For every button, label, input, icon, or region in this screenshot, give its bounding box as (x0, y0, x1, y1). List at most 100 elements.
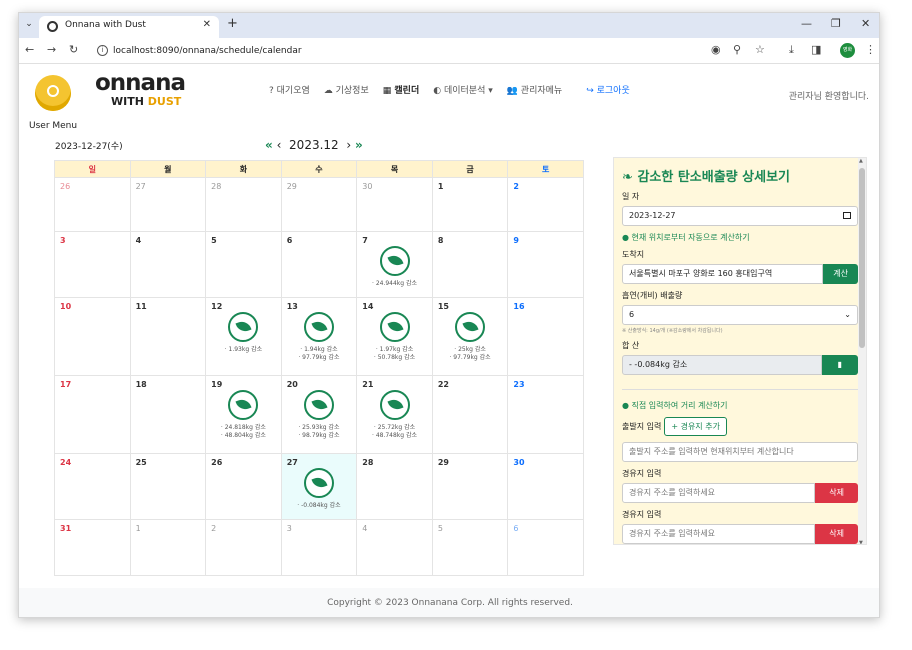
eco-leaf-icon[interactable] (303, 390, 334, 420)
calendar-day-cell[interactable]: 1 (431, 177, 509, 232)
bookmark-star-icon[interactable]: ☆ (755, 43, 765, 56)
calendar-day-cell[interactable]: 18 (129, 375, 207, 454)
logout-link[interactable]: ↪ 로그아웃 (586, 83, 630, 96)
more-menu-icon[interactable]: ⋮ (865, 43, 876, 56)
calendar-day-cell[interactable]: 29 (280, 177, 358, 232)
site-info-icon[interactable]: i (97, 45, 108, 56)
day-number: 9 (513, 236, 519, 245)
eco-leaf-icon[interactable] (228, 390, 259, 420)
delete-waypoint-button-1[interactable]: 삭제 (815, 483, 858, 503)
calendar-day-cell[interactable]: 2 (205, 519, 282, 576)
profile-avatar[interactable]: 영화 (840, 43, 855, 58)
calendar-day-cell[interactable]: 23 (507, 375, 584, 454)
calendar-day-cell[interactable]: 30 (356, 177, 433, 232)
calendar-day-cell[interactable]: 9 (507, 231, 584, 298)
date-input[interactable]: 2023-12-27 (622, 206, 858, 226)
scroll-up-icon[interactable]: ▲ (859, 158, 863, 164)
add-waypoint-button[interactable]: + 경유지 추가 (664, 417, 727, 436)
url-field[interactable]: i localhost:8090/onnana/schedule/calenda… (93, 42, 773, 60)
download-icon[interactable]: ⤓ (789, 43, 794, 57)
calendar-day-cell[interactable]: 1 (129, 519, 207, 576)
calendar-day-cell[interactable]: 10 (54, 297, 131, 376)
calendar-day-cell[interactable]: 21 · 25.72kg 감소 · 48.748kg 감소 (356, 375, 433, 454)
calendar-day-cell[interactable]: 26 (54, 177, 131, 232)
destination-input[interactable]: 서울특별시 마포구 양화로 160 홍대입구역 (622, 264, 824, 284)
eco-leaf-icon[interactable] (379, 312, 410, 342)
browser-tab[interactable]: Onnana with Dust ✕ (39, 16, 219, 38)
calendar-day-cell[interactable]: 26 (205, 453, 282, 520)
back-icon[interactable]: ← (25, 43, 34, 56)
calendar-day-cell[interactable]: 27 · -0.084kg 감소 (280, 453, 358, 520)
calculate-button[interactable]: 계산 (823, 264, 858, 284)
calendar-day-cell[interactable]: 12 · 1.93kg 감소 (205, 297, 282, 376)
eco-leaf-icon[interactable] (303, 468, 334, 498)
logo-sun-icon[interactable] (35, 75, 71, 111)
calendar-picker-icon[interactable] (843, 212, 851, 219)
smoke-select[interactable]: 6 ⌄ (622, 305, 858, 325)
sidepanel-icon[interactable]: ◨ (811, 43, 821, 56)
eco-leaf-icon[interactable] (228, 312, 259, 342)
calendar-day-cell[interactable]: 30 (507, 453, 584, 520)
calendar-day-cell[interactable]: 13 · 1.94kg 감소 · 97.79kg 감소 (280, 297, 358, 376)
calendar-day-cell[interactable]: 29 (431, 453, 509, 520)
nav-weather[interactable]: ☁ 기상정보 (324, 83, 369, 96)
calendar-day-cell[interactable]: 5 (431, 519, 509, 576)
tab-close-icon[interactable]: ✕ (203, 19, 211, 30)
calendar-day-cell[interactable]: 25 (129, 453, 207, 520)
waypoint-input-1[interactable]: 경유지 주소를 입력하세요 (622, 483, 816, 503)
window-close-icon[interactable]: ✕ (861, 17, 870, 30)
eco-leaf-icon[interactable] (455, 312, 486, 342)
calendar-day-cell[interactable]: 17 (54, 375, 131, 454)
calendar-day-cell[interactable]: 19 · 24.818kg 감소 · 48.804kg 감소 (205, 375, 282, 454)
calendar-day-cell[interactable]: 24 (54, 453, 131, 520)
user-menu[interactable]: User Menu (29, 121, 77, 131)
restore-icon[interactable]: ❐ (831, 17, 841, 30)
minimize-icon[interactable]: — (801, 17, 812, 30)
calendar-day-cell[interactable]: 4 (356, 519, 433, 576)
origin-input[interactable]: 출발지 주소를 입력하면 현재위치부터 계산합니다 (622, 442, 858, 462)
calendar-day-cell[interactable]: 15 · 25kg 감소 · 97.79kg 감소 (431, 297, 509, 376)
calendar-day-cell[interactable]: 6 (507, 519, 584, 576)
calendar-day-cell[interactable]: 31 (54, 519, 131, 576)
calendar-day-cell[interactable]: 20 · 25.93kg 감소 · 98.79kg 감소 (280, 375, 358, 454)
panel-scrollbar[interactable]: ▲ ▼ (858, 158, 866, 544)
calendar-day-cell[interactable]: 27 (129, 177, 207, 232)
next-month-button[interactable]: › (346, 138, 351, 152)
nav-data-analysis[interactable]: ◐ 데이터분석 ▾ (433, 83, 493, 96)
calendar-day-cell[interactable]: 8 (431, 231, 509, 298)
calendar-day-cell[interactable]: 14 · 1.97kg 감소 · 50.78kg 감소 (356, 297, 433, 376)
nav-admin-menu[interactable]: 👥 관리자메뉴 (507, 83, 562, 96)
calendar-day-cell[interactable]: 6 (280, 231, 358, 298)
calendar-day-cell[interactable]: 7 · 24.944kg 감소 (356, 231, 433, 298)
nav-calendar[interactable]: ▦ 캘린더 (383, 83, 419, 96)
eco-leaf-icon[interactable] (303, 312, 334, 342)
forward-icon[interactable]: → (47, 43, 56, 56)
location-icon[interactable]: ◉ (711, 43, 721, 56)
zoom-icon[interactable]: ⚲ (733, 43, 741, 56)
save-button[interactable]: ▮ (821, 355, 858, 375)
logo-text[interactable]: onnana (95, 72, 186, 95)
calendar-day-cell[interactable]: 5 (205, 231, 282, 298)
calendar-day-cell[interactable]: 11 (129, 297, 207, 376)
calendar-day-cell[interactable]: 22 (431, 375, 509, 454)
prev-month-button[interactable]: ‹ (277, 138, 282, 152)
waypoint-input-2[interactable]: 경유지 주소를 입력하세요 (622, 524, 816, 544)
delete-waypoint-button-2[interactable]: 삭제 (815, 524, 858, 544)
calendar-day-cell[interactable]: 16 (507, 297, 584, 376)
eco-leaf-icon[interactable] (379, 246, 410, 276)
eco-leaf-icon[interactable] (379, 390, 410, 420)
tab-search-icon[interactable]: ⌄ (21, 19, 37, 33)
next-year-button[interactable]: » (355, 138, 363, 152)
scroll-thumb[interactable] (859, 168, 865, 348)
calendar-day-cell[interactable]: 3 (280, 519, 358, 576)
nav-air-pollution[interactable]: ? 대기오염 (269, 83, 310, 96)
scroll-down-icon[interactable]: ▼ (859, 540, 863, 544)
calendar-day-cell[interactable]: 2 (507, 177, 584, 232)
calendar-day-cell[interactable]: 28 (356, 453, 433, 520)
calendar-day-cell[interactable]: 3 (54, 231, 131, 298)
prev-year-button[interactable]: « (265, 138, 273, 152)
calendar-day-cell[interactable]: 28 (205, 177, 282, 232)
calendar-day-cell[interactable]: 4 (129, 231, 207, 298)
reload-icon[interactable]: ↻ (69, 43, 78, 56)
new-tab-icon[interactable]: + (227, 16, 238, 31)
